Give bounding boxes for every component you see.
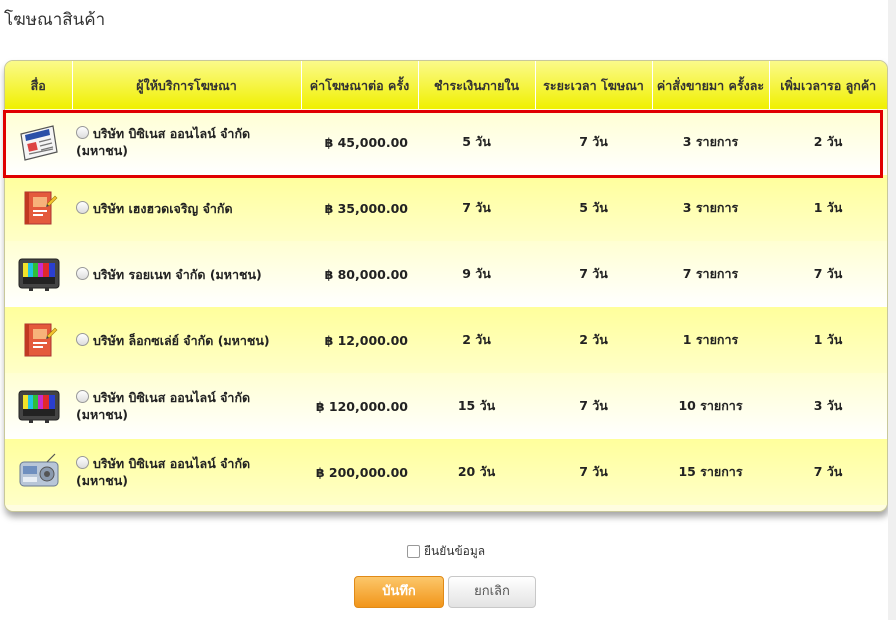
extra-wait-cell: 7 วัน xyxy=(769,439,887,505)
provider-name: บริษัท รอยเนท จำกัด (มหาชน) xyxy=(93,266,262,282)
pay-within-cell: 5 วัน xyxy=(418,109,535,175)
extra-wait-cell: 3 วัน xyxy=(769,373,887,439)
provider-name: บริษัท บิซิเนส ออนไลน์ จำกัด (มหาชน) xyxy=(76,456,251,488)
provider-cell: บริษัท เฮงฮวดเจริญ จำกัด xyxy=(72,175,301,241)
media-cell xyxy=(5,439,72,505)
confirm-checkbox-row[interactable]: ยืนยันข้อมูล xyxy=(407,542,485,561)
provider-radio[interactable] xyxy=(76,456,89,469)
pay-within-cell: 9 วัน xyxy=(418,241,535,307)
price-cell: ฿ 35,000.00 xyxy=(301,175,418,241)
radio-icon xyxy=(19,453,58,487)
television-icon xyxy=(18,258,59,291)
newspaper-icon xyxy=(19,125,58,161)
column-header-provider: ผู้ให้บริการโฆษณา xyxy=(72,61,302,109)
column-header-media: สื่อ xyxy=(5,61,73,109)
provider-radio[interactable] xyxy=(76,332,89,346)
table-row[interactable]: บริษัท รอยเนท จำกัด (มหาชน) ฿ 80,000.00 … xyxy=(5,241,887,307)
provider-name: บริษัท บิซิเนส ออนไลน์ จำกัด (มหาชน) xyxy=(76,390,251,422)
table-row[interactable]: บริษัท บิซิเนส ออนไลน์ จำกัด (มหาชน) ฿ 1… xyxy=(5,373,887,439)
page-title: โฆษณาสินค้า xyxy=(4,10,106,30)
media-cell xyxy=(5,373,72,439)
magazine-icon xyxy=(24,323,57,357)
extra-wait-cell: 1 วัน xyxy=(769,175,887,241)
orders-cell: 15 รายการ xyxy=(652,439,769,505)
column-header-orders: ค่าสั่งขายมา ครั้งละ xyxy=(652,61,770,109)
media-cell xyxy=(5,109,72,175)
duration-cell: 7 วัน xyxy=(535,373,652,439)
media-cell xyxy=(5,175,72,241)
media-cell xyxy=(5,307,72,373)
provider-cell: บริษัท ล็อกซเล่ย์ จำกัด (มหาชน) xyxy=(72,307,301,373)
provider-radio[interactable] xyxy=(76,200,89,214)
orders-cell: 3 รายการ xyxy=(652,175,769,241)
extra-wait-cell: 1 วัน xyxy=(769,307,887,373)
provider-cell: บริษัท รอยเนท จำกัด (มหาชน) xyxy=(72,241,301,307)
cancel-button[interactable]: ยกเลิก xyxy=(448,576,536,608)
provider-cell: บริษัท บิซิเนส ออนไลน์ จำกัด (มหาชน) xyxy=(72,109,301,175)
price-cell: ฿ 12,000.00 xyxy=(301,307,418,373)
orders-cell: 3 รายการ xyxy=(652,109,769,175)
pay-within-cell: 7 วัน xyxy=(418,175,535,241)
page-scrollbar[interactable] xyxy=(888,0,896,620)
table-row[interactable]: บริษัท บิซิเนส ออนไลน์ จำกัด (มหาชน) ฿ 4… xyxy=(5,109,887,175)
provider-name: บริษัท เฮงฮวดเจริญ จำกัด xyxy=(93,200,233,216)
confirm-label: ยืนยันข้อมูล xyxy=(424,544,486,558)
orders-cell: 10 รายการ xyxy=(652,373,769,439)
extra-wait-cell: 2 วัน xyxy=(769,109,887,175)
provider-name: บริษัท บิซิเนส ออนไลน์ จำกัด (มหาชน) xyxy=(76,126,251,158)
table-row[interactable]: บริษัท เฮงฮวดเจริญ จำกัด ฿ 35,000.00 7 ว… xyxy=(5,175,887,241)
media-cell xyxy=(5,241,72,307)
column-header-pay-within: ชำระเงินภายใน xyxy=(418,61,536,109)
table-header: สื่อ ผู้ให้บริการโฆษณา ค่าโฆษณาต่อ ครั้ง… xyxy=(5,61,887,109)
provider-cell: บริษัท บิซิเนส ออนไลน์ จำกัด (มหาชน) xyxy=(72,439,301,505)
duration-cell: 5 วัน xyxy=(535,175,652,241)
provider-radio[interactable] xyxy=(76,126,89,139)
duration-cell: 7 วัน xyxy=(535,439,652,505)
orders-cell: 1 รายการ xyxy=(652,307,769,373)
column-header-duration: ระยะเวลา โฆษณา xyxy=(535,61,653,109)
column-header-price: ค่าโฆษณาต่อ ครั้ง xyxy=(301,61,419,109)
ad-provider-table: สื่อ ผู้ให้บริการโฆษณา ค่าโฆษณาต่อ ครั้ง… xyxy=(4,60,888,512)
save-button[interactable]: บันทึก xyxy=(354,576,444,608)
price-cell: ฿ 80,000.00 xyxy=(301,241,418,307)
television-icon xyxy=(18,390,59,423)
pay-within-cell: 2 วัน xyxy=(418,307,535,373)
provider-cell: บริษัท บิซิเนส ออนไลน์ จำกัด (มหาชน) xyxy=(72,373,301,439)
table-row[interactable]: บริษัท ล็อกซเล่ย์ จำกัด (มหาชน) ฿ 12,000… xyxy=(5,307,887,373)
orders-cell: 7 รายการ xyxy=(652,241,769,307)
confirm-checkbox[interactable] xyxy=(407,545,420,558)
price-cell: ฿ 45,000.00 xyxy=(301,109,418,175)
column-header-extra-wait: เพิ่มเวลารอ ลูกค้า xyxy=(769,61,887,109)
price-cell: ฿ 120,000.00 xyxy=(301,373,418,439)
pay-within-cell: 15 วัน xyxy=(418,373,535,439)
provider-name: บริษัท ล็อกซเล่ย์ จำกัด (มหาชน) xyxy=(93,332,270,348)
duration-cell: 7 วัน xyxy=(535,109,652,175)
duration-cell: 7 วัน xyxy=(535,241,652,307)
table-row[interactable]: บริษัท บิซิเนส ออนไลน์ จำกัด (มหาชน) ฿ 2… xyxy=(5,439,887,505)
duration-cell: 2 วัน xyxy=(535,307,652,373)
provider-radio[interactable] xyxy=(76,390,89,403)
price-cell: ฿ 200,000.00 xyxy=(301,439,418,505)
provider-radio[interactable] xyxy=(76,266,89,280)
extra-wait-cell: 7 วัน xyxy=(769,241,887,307)
pay-within-cell: 20 วัน xyxy=(418,439,535,505)
magazine-icon xyxy=(24,191,57,225)
